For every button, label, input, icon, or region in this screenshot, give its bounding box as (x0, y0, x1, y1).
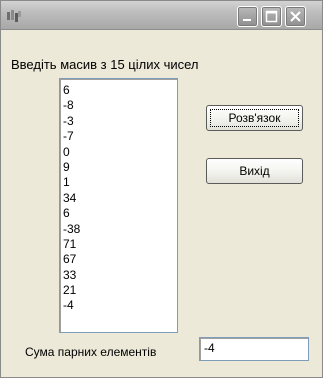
list-item[interactable]: 6 (63, 83, 177, 98)
minimize-button[interactable] (237, 6, 258, 27)
list-item[interactable]: -3 (63, 114, 177, 129)
sum-output-field[interactable]: -4 (199, 337, 309, 361)
list-item[interactable]: 21 (63, 283, 177, 298)
title-bar[interactable] (1, 1, 322, 30)
list-item[interactable]: 33 (63, 268, 177, 283)
maximize-icon (265, 10, 278, 23)
app-icon (7, 10, 21, 22)
sum-label: Сума парних елементів (25, 345, 157, 359)
list-item[interactable]: 34 (63, 191, 177, 206)
list-item[interactable]: -7 (63, 129, 177, 144)
list-item[interactable]: 67 (63, 252, 177, 267)
prompt-label: Введіть масив з 15 цілих чисел (11, 57, 199, 72)
maximize-button[interactable] (261, 6, 282, 27)
main-window: Введіть масив з 15 цілих чисел 6 -8 -3 -7 0 9… (0, 0, 323, 378)
list-item[interactable]: 0 (63, 145, 177, 160)
exit-button-label: Вихід (239, 164, 270, 178)
solve-button-label: Розв'язок (228, 111, 281, 125)
solve-button[interactable]: Розв'язок (206, 105, 303, 131)
list-item[interactable]: -38 (63, 222, 177, 237)
list-item[interactable]: -4 (63, 298, 177, 313)
minimize-icon (243, 19, 251, 21)
array-listbox[interactable]: 6 -8 -3 -7 0 9 1 34 6 -38 71 67 33 21 -4 (59, 78, 178, 333)
list-item[interactable]: -8 (63, 98, 177, 113)
close-button[interactable] (285, 6, 306, 27)
list-item[interactable]: 1 (63, 175, 177, 190)
list-item[interactable]: 71 (63, 237, 177, 252)
exit-button[interactable]: Вихід (206, 158, 303, 184)
list-item[interactable]: 9 (63, 160, 177, 175)
list-item[interactable]: 6 (63, 206, 177, 221)
close-icon (290, 11, 301, 22)
